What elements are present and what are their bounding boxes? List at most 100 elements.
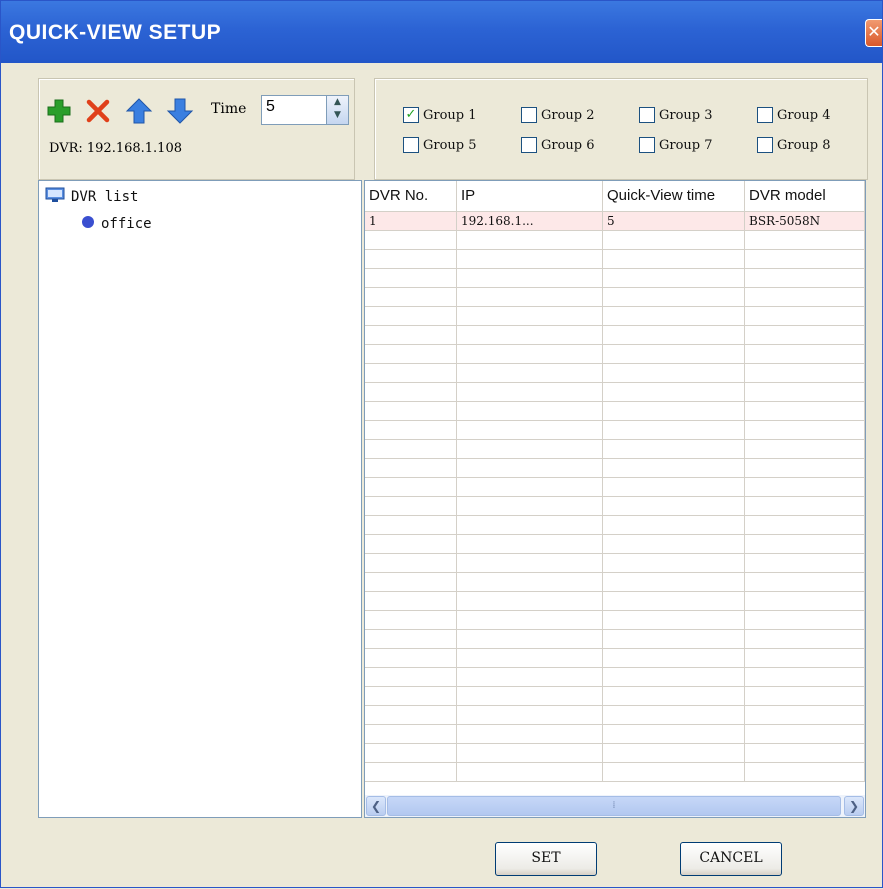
empty-cell [745, 554, 865, 572]
empty-table-row [365, 516, 865, 535]
checkbox-box[interactable] [521, 137, 537, 153]
group-label: Group 5 [423, 137, 477, 153]
col-header-dvr-model[interactable]: DVR model [745, 181, 865, 211]
empty-cell [457, 364, 603, 382]
spin-up-icon[interactable]: ▲ [327, 96, 348, 109]
tree-root-dvr-list[interactable]: DVR list [45, 187, 138, 207]
col-header-dvr-no[interactable]: DVR No. [365, 181, 457, 211]
empty-table-row [365, 459, 865, 478]
empty-cell [745, 459, 865, 477]
empty-cell [457, 687, 603, 705]
scroll-left-icon[interactable]: ❮ [366, 796, 386, 816]
add-icon[interactable] [45, 97, 73, 125]
empty-cell [365, 288, 457, 306]
monitor-icon [45, 187, 65, 207]
checkbox-box[interactable]: ✓ [403, 107, 419, 123]
empty-cell [457, 744, 603, 762]
spin-down-icon[interactable]: ▼ [327, 109, 348, 122]
dvr-node-icon [81, 215, 95, 233]
empty-cell [603, 421, 745, 439]
empty-table-row [365, 288, 865, 307]
empty-cell [603, 630, 745, 648]
empty-cell [603, 269, 745, 287]
horizontal-scrollbar[interactable]: ❮ ⁞ ❯ [365, 795, 865, 817]
group-6-checkbox[interactable]: Group 6 [521, 135, 595, 155]
empty-cell [603, 535, 745, 553]
empty-cell [745, 573, 865, 591]
col-header-ip[interactable]: IP [457, 181, 603, 211]
group-4-checkbox[interactable]: Group 4 [757, 105, 831, 125]
empty-cell [603, 687, 745, 705]
empty-table-row [365, 402, 865, 421]
empty-table-row [365, 763, 865, 782]
empty-cell [745, 364, 865, 382]
empty-table-row [365, 744, 865, 763]
empty-cell [365, 668, 457, 686]
cancel-button[interactable]: CANCEL [680, 842, 782, 876]
dvr-tree-panel[interactable]: DVR list office [38, 180, 362, 818]
time-spinner[interactable]: ▲ ▼ [327, 95, 349, 125]
group-8-checkbox[interactable]: Group 8 [757, 135, 831, 155]
empty-cell [603, 573, 745, 591]
group-label: Group 7 [659, 137, 713, 153]
empty-cell [365, 630, 457, 648]
group-label: Group 3 [659, 107, 713, 123]
empty-cell [603, 288, 745, 306]
empty-cell [603, 763, 745, 781]
empty-cell [603, 611, 745, 629]
empty-cell [457, 345, 603, 363]
empty-cell [457, 402, 603, 420]
tree-item-office[interactable]: office [81, 215, 152, 233]
group-label: Group 4 [777, 107, 831, 123]
col-header-quick-view-time[interactable]: Quick-View time [603, 181, 745, 211]
groups-panel: ✓ Group 1 Group 2 Group 3 Group 4 Group … [374, 78, 868, 180]
move-up-icon[interactable] [125, 97, 153, 125]
checkbox-box[interactable] [521, 107, 537, 123]
checkbox-box[interactable] [757, 137, 773, 153]
empty-table-row [365, 687, 865, 706]
window-title: QUICK-VIEW SETUP [9, 21, 222, 44]
time-input[interactable]: 5 [261, 95, 327, 125]
empty-cell [603, 307, 745, 325]
empty-cell [745, 630, 865, 648]
close-button[interactable]: ✕ [865, 19, 882, 47]
group-5-checkbox[interactable]: Group 5 [403, 135, 477, 155]
empty-cell [365, 440, 457, 458]
empty-cell [457, 269, 603, 287]
empty-cell [745, 326, 865, 344]
delete-icon[interactable] [84, 97, 112, 125]
move-down-icon[interactable] [166, 97, 194, 125]
group-7-checkbox[interactable]: Group 7 [639, 135, 713, 155]
checkbox-box[interactable] [639, 137, 655, 153]
empty-cell [603, 516, 745, 534]
scroll-right-icon[interactable]: ❯ [844, 796, 864, 816]
table-row[interactable]: 1 192.168.1... 5 BSR-5058N [365, 212, 865, 231]
empty-table-row [365, 668, 865, 687]
empty-cell [745, 402, 865, 420]
group-2-checkbox[interactable]: Group 2 [521, 105, 595, 125]
empty-table-row [365, 706, 865, 725]
group-label: Group 6 [541, 137, 595, 153]
title-bar[interactable]: QUICK-VIEW SETUP ✕ [1, 1, 882, 63]
empty-cell [745, 687, 865, 705]
group-3-checkbox[interactable]: Group 3 [639, 105, 713, 125]
set-button[interactable]: SET [495, 842, 597, 876]
empty-cell [365, 307, 457, 325]
tree-root-label: DVR list [71, 189, 139, 205]
scroll-thumb[interactable]: ⁞ [387, 796, 841, 816]
group-1-checkbox[interactable]: ✓ Group 1 [403, 105, 477, 125]
checkbox-box[interactable] [757, 107, 773, 123]
empty-table-row [365, 573, 865, 592]
group-label: Group 2 [541, 107, 595, 123]
empty-cell [745, 516, 865, 534]
empty-table-row [365, 231, 865, 250]
checkbox-box[interactable] [639, 107, 655, 123]
empty-cell [365, 250, 457, 268]
empty-table-row [365, 630, 865, 649]
empty-cell [745, 421, 865, 439]
checkbox-box[interactable] [403, 137, 419, 153]
empty-cell [603, 478, 745, 496]
empty-cell [457, 706, 603, 724]
empty-cell [457, 573, 603, 591]
empty-cell [745, 668, 865, 686]
